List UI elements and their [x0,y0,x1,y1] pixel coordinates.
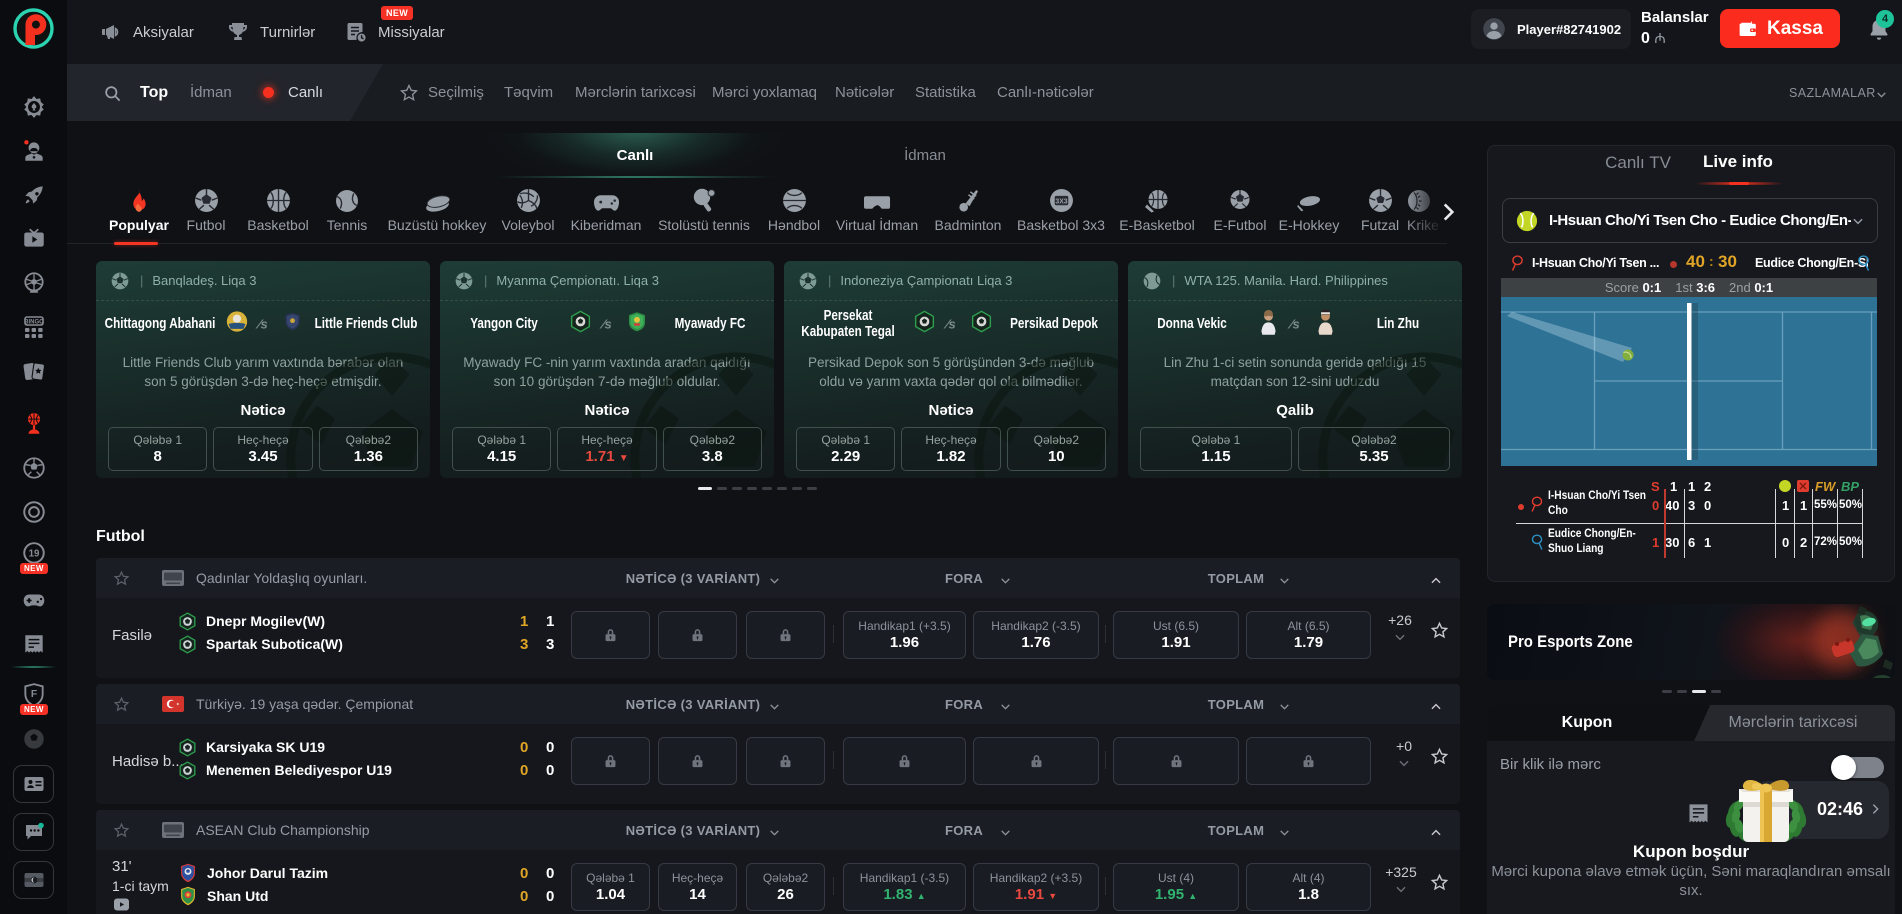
svg-text:19: 19 [28,549,39,560]
svg-text:F: F [30,689,36,700]
svg-text:3X3: 3X3 [1055,198,1067,205]
svg-text:BINGO: BINGO [24,320,44,326]
